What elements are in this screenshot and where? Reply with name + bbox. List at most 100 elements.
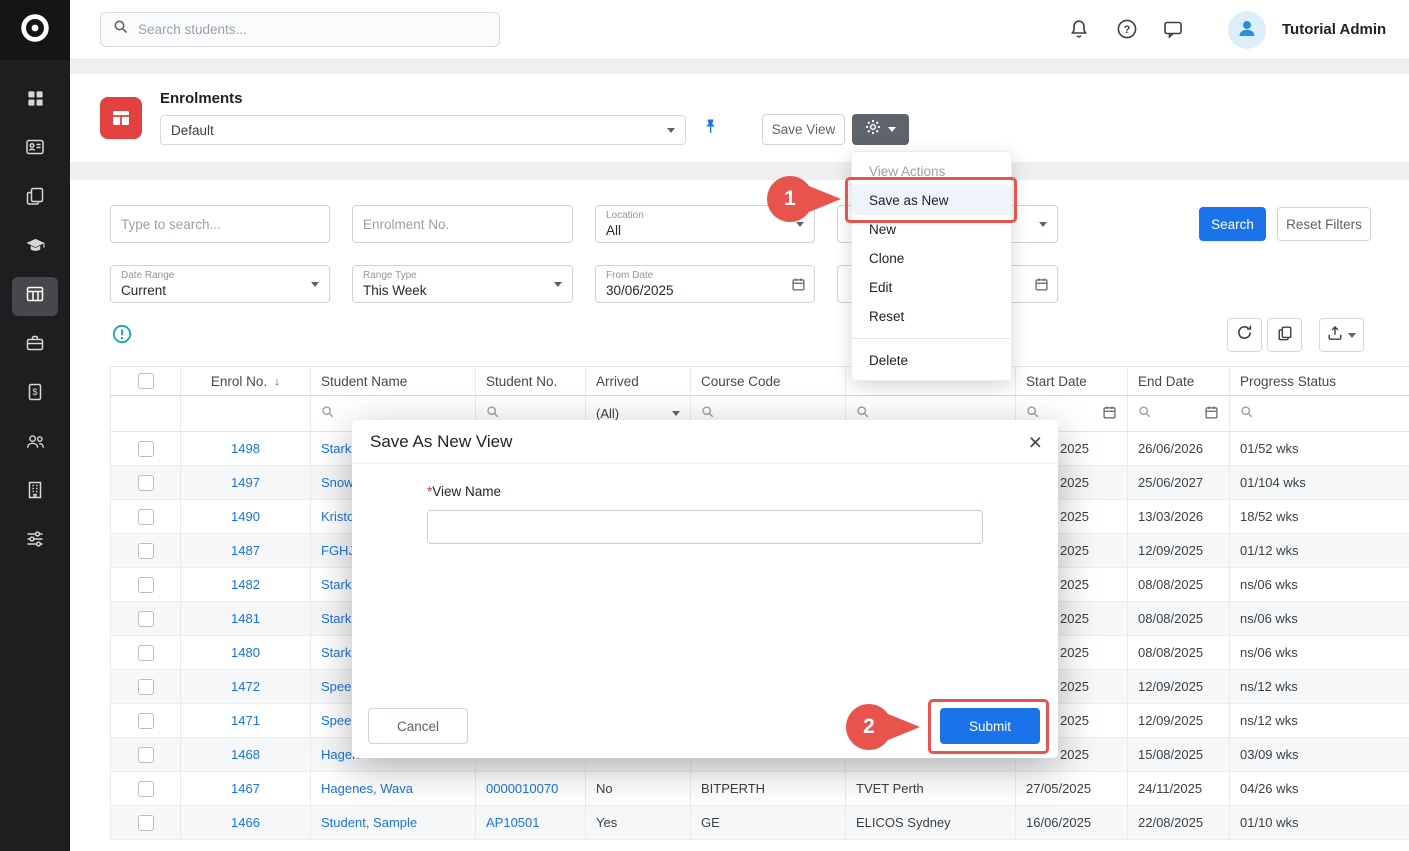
select-all-checkbox[interactable]	[138, 373, 154, 389]
menu-item-new[interactable]: New	[852, 215, 1011, 244]
sidebar-item-courses[interactable]	[12, 228, 58, 267]
sidebar-item-documents[interactable]	[12, 179, 58, 218]
chat-button[interactable]	[1160, 18, 1186, 44]
cell-student_name[interactable]: Student, Sample	[311, 806, 476, 839]
app-logo[interactable]	[0, 0, 70, 60]
close-icon[interactable]: ×	[1029, 426, 1042, 458]
menu-item-delete[interactable]: Delete	[852, 346, 1011, 375]
cell-enrol_no[interactable]: 1480	[181, 636, 311, 669]
sidebar-item-contacts[interactable]	[12, 130, 58, 169]
sidebar-item-dashboard[interactable]	[12, 81, 58, 120]
text-search-input[interactable]	[121, 217, 319, 232]
cell-enrol_no[interactable]: 1472	[181, 670, 311, 703]
chat-icon	[1162, 18, 1184, 45]
header-arrived[interactable]: Arrived	[586, 367, 691, 395]
header-course-code[interactable]: Course Code	[691, 367, 846, 395]
row-checkbox[interactable]	[138, 815, 154, 831]
cell-campus: ELICOS Sydney	[846, 806, 1016, 839]
row-checkbox[interactable]	[138, 781, 154, 797]
cell-enrol_no[interactable]: 1482	[181, 568, 311, 601]
menu-header-view-actions: View Actions	[852, 157, 1011, 186]
export-button[interactable]	[1319, 318, 1364, 352]
sidebar-item-briefcase[interactable]	[12, 326, 58, 365]
submit-button[interactable]: Submit	[940, 708, 1040, 744]
pin-view-button[interactable]	[702, 118, 719, 140]
menu-item-clone[interactable]: Clone	[852, 244, 1011, 273]
sidebar-item-settings[interactable]	[12, 522, 58, 561]
view-name-input[interactable]	[427, 510, 983, 544]
svg-text:$: $	[32, 387, 37, 397]
cell-enrol_no[interactable]: 1490	[181, 500, 311, 533]
refresh-button[interactable]	[1227, 318, 1262, 352]
cell-student_name[interactable]: Hagenes, Wava	[311, 772, 476, 805]
cell-enrol_no[interactable]: 1468	[181, 738, 311, 771]
sidebar-item-enrolments[interactable]	[12, 277, 58, 316]
row-checkbox[interactable]	[138, 441, 154, 457]
cell-checkbox	[110, 636, 181, 669]
text-search-filter[interactable]	[110, 205, 330, 243]
menu-item-reset[interactable]: Reset	[852, 302, 1011, 331]
header-progress-status[interactable]: Progress Status	[1230, 367, 1409, 395]
cell-progress: ns/12 wks	[1230, 670, 1409, 703]
cell-enrol_no[interactable]: 1498	[181, 432, 311, 465]
cell-student_no[interactable]: AP10501	[476, 806, 586, 839]
filter-end-date[interactable]	[1128, 396, 1230, 431]
row-checkbox[interactable]	[138, 611, 154, 627]
header-start-date[interactable]: Start Date	[1016, 367, 1128, 395]
cell-enrol_no[interactable]: 1467	[181, 772, 311, 805]
header-end-date[interactable]: End Date	[1128, 367, 1230, 395]
chevron-down-icon	[667, 128, 675, 133]
row-checkbox[interactable]	[138, 475, 154, 491]
menu-item-save-as-new[interactable]: Save as New	[852, 186, 1011, 215]
cell-enrol_no[interactable]: 1487	[181, 534, 311, 567]
search-button[interactable]: Search	[1199, 207, 1266, 241]
cell-end_date: 08/08/2025	[1128, 636, 1230, 669]
copy-button[interactable]	[1267, 318, 1302, 352]
chevron-down-icon	[672, 411, 680, 416]
sort-descending-icon[interactable]: ↓	[274, 374, 280, 388]
row-checkbox[interactable]	[138, 509, 154, 525]
reset-filters-button[interactable]: Reset Filters	[1277, 207, 1371, 241]
search-input[interactable]	[138, 22, 487, 37]
from-date-value: 30/06/2025	[606, 282, 804, 300]
range-type-filter[interactable]: Range Type This Week	[352, 265, 573, 303]
row-checkbox[interactable]	[138, 543, 154, 559]
enrolment-no-filter[interactable]	[352, 205, 573, 243]
menu-item-edit[interactable]: Edit	[852, 273, 1011, 302]
cancel-button[interactable]: Cancel	[368, 708, 468, 744]
row-checkbox[interactable]	[138, 747, 154, 763]
date-range-filter[interactable]: Date Range Current	[110, 265, 330, 303]
cell-end_date: 25/06/2027	[1128, 466, 1230, 499]
enrolment-no-input[interactable]	[363, 217, 562, 232]
header-student-no[interactable]: Student No.	[476, 367, 586, 395]
user-avatar[interactable]	[1228, 11, 1266, 49]
sidebar-item-invoices[interactable]: $	[12, 375, 58, 414]
sidebar-item-agents[interactable]	[12, 424, 58, 463]
cell-enrol_no[interactable]: 1481	[181, 602, 311, 635]
sidebar-item-organisations[interactable]	[12, 473, 58, 512]
view-actions-button[interactable]	[852, 114, 909, 145]
calendar-icon[interactable]	[1102, 405, 1117, 423]
save-as-new-view-modal: Save As New View × *View Name Cancel Sub…	[352, 420, 1058, 758]
save-view-button[interactable]: Save View	[762, 114, 845, 145]
view-selector[interactable]: Default	[160, 115, 686, 145]
calendar-icon[interactable]	[1204, 405, 1219, 423]
header-enrol-no[interactable]: Enrol No.↓	[181, 367, 311, 395]
filter-progress-status[interactable]	[1230, 396, 1409, 431]
cell-student_no[interactable]: 0000010070	[476, 772, 586, 805]
sliders-icon	[25, 529, 45, 554]
row-checkbox[interactable]	[138, 713, 154, 729]
row-checkbox[interactable]	[138, 645, 154, 661]
header-student-name[interactable]: Student Name	[311, 367, 476, 395]
info-icon[interactable]	[112, 324, 132, 344]
row-checkbox[interactable]	[138, 679, 154, 695]
from-date-filter[interactable]: From Date 30/06/2025	[595, 265, 815, 303]
help-button[interactable]: ?	[1114, 18, 1140, 44]
cell-enrol_no[interactable]: 1466	[181, 806, 311, 839]
cell-enrol_no[interactable]: 1497	[181, 466, 311, 499]
cell-enrol_no[interactable]: 1471	[181, 704, 311, 737]
row-checkbox[interactable]	[138, 577, 154, 593]
notifications-button[interactable]	[1066, 18, 1092, 44]
student-search[interactable]	[100, 12, 500, 47]
chevron-down-icon	[311, 282, 319, 287]
